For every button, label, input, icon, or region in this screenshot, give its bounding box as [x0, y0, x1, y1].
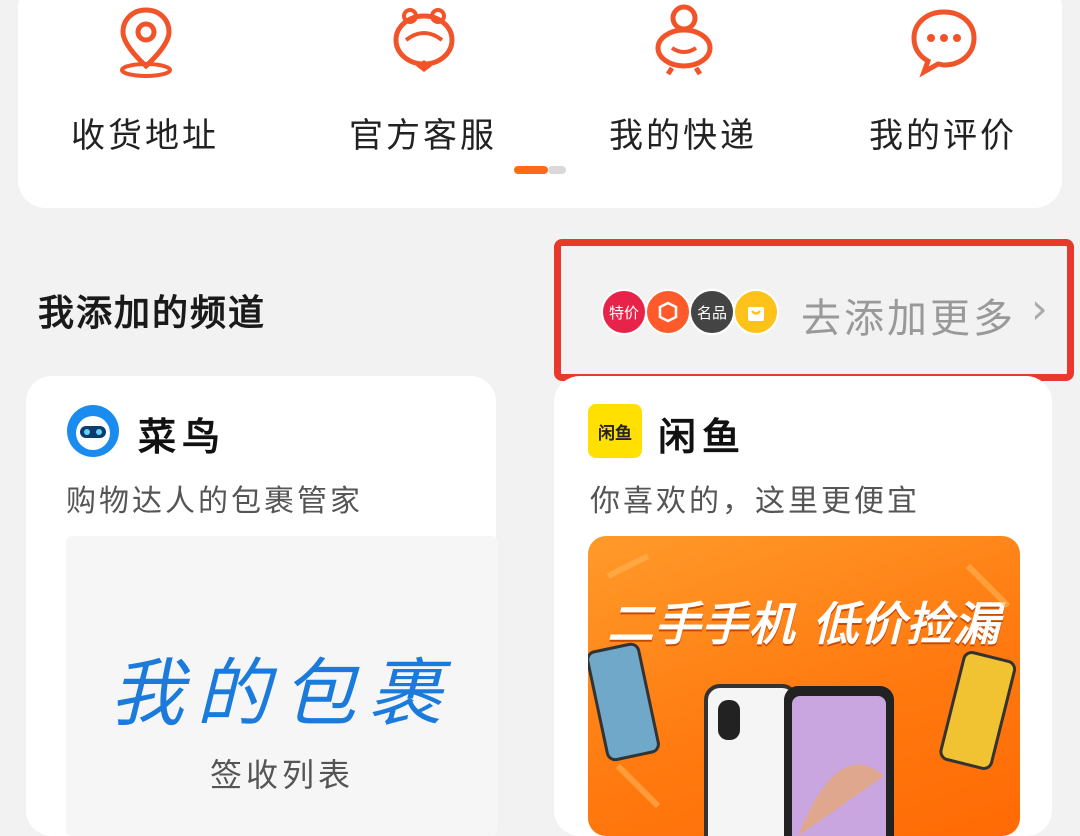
- phones-illustration-icon: [588, 553, 1017, 836]
- channel-description: 你喜欢的，这里更便宜: [590, 484, 920, 519]
- promo-banner[interactable]: 二手手机 低价捡漏: [588, 536, 1020, 836]
- add-more-channels-button[interactable]: 特价 名品 去添加更多 ›: [554, 239, 1074, 381]
- section-title: 我添加的频道: [38, 292, 267, 334]
- channel-badge-brand: 名品: [689, 289, 735, 335]
- channel-description: 购物达人的包裹管家: [66, 484, 363, 519]
- service-mascot-icon: [393, 8, 455, 72]
- xianyu-logo-text: 闲鱼: [598, 423, 632, 444]
- add-more-label: 去添加更多: [801, 296, 1016, 342]
- service-item-my-courier[interactable]: 我的快递: [558, 0, 808, 156]
- parcel-title: 我的包裹: [110, 651, 454, 737]
- service-card: 收货地址 官方客服 我的快递 我的评价: [18, 0, 1062, 208]
- channel-card-xianyu[interactable]: 闲鱼 闲鱼 你喜欢的，这里更便宜 二手手机 低价捡漏: [554, 376, 1052, 836]
- service-label: 官方客服: [349, 116, 497, 156]
- location-pin-icon: [120, 7, 172, 78]
- service-item-address[interactable]: 收货地址: [20, 0, 270, 156]
- service-item-my-reviews[interactable]: 我的评价: [818, 0, 1068, 156]
- channel-card-cainiao[interactable]: 菜鸟 购物达人的包裹管家 我的包裹 签收列表: [26, 376, 498, 836]
- chat-bubble-icon: [911, 9, 977, 78]
- channel-name: 闲鱼: [658, 414, 747, 459]
- channel-name: 菜鸟: [138, 414, 227, 459]
- my-parcels-panel[interactable]: 我的包裹 签收列表: [66, 536, 498, 836]
- shopping-bag-icon: [733, 289, 779, 335]
- page-indicator-inactive: [548, 166, 566, 174]
- xianyu-logo-icon: 闲鱼: [588, 404, 642, 458]
- cainiao-logo-icon: [67, 405, 119, 457]
- channel-badge-special-price: 特价: [601, 289, 647, 335]
- page-indicator-active: [514, 166, 548, 174]
- badge-label: 特价: [608, 303, 639, 322]
- cube-icon: [645, 289, 691, 335]
- service-label: 我的评价: [869, 116, 1017, 156]
- parcel-subtitle: 签收列表: [209, 756, 354, 794]
- service-label: 我的快递: [609, 116, 757, 156]
- service-label: 收货地址: [71, 116, 219, 156]
- badge-label: 名品: [696, 303, 727, 322]
- chevron-right-icon: ›: [1031, 284, 1048, 333]
- service-item-customer-service[interactable]: 官方客服: [298, 0, 548, 156]
- courier-mascot-icon: [655, 4, 713, 76]
- page-indicator: [514, 166, 566, 174]
